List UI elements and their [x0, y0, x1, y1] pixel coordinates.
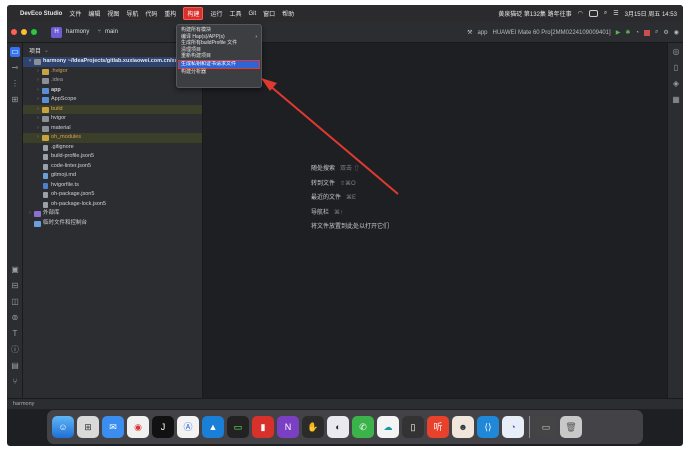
chrome-icon[interactable]: ◉ [127, 416, 149, 438]
trash-icon[interactable]: 🗑 [560, 416, 582, 438]
screen-frame: DevEco Studio 文件 编辑 视图 导航 代码 重构 构建 运行 工具… [7, 5, 683, 446]
status-bar: harmony [7, 398, 683, 409]
finder-icon[interactable]: ☺ [52, 416, 74, 438]
onenote-icon[interactable]: N [277, 416, 299, 438]
downloads-folder-icon[interactable]: ▭ [535, 416, 557, 438]
qq-icon[interactable]: ☁ [377, 416, 399, 438]
dock-separator [529, 416, 530, 438]
terminal-app-icon[interactable]: ▭ [227, 416, 249, 438]
music-app-icon[interactable]: 听 [427, 416, 449, 438]
annotation-arrow [261, 78, 399, 195]
vscode-icon[interactable]: ⟨⟩ [477, 416, 499, 438]
annotation-arrow-line [268, 84, 399, 195]
mail-icon[interactable]: ✉ [102, 416, 124, 438]
red-app-icon[interactable]: ▮ [252, 416, 274, 438]
obs-icon[interactable]: ◐ [327, 416, 349, 438]
status-path[interactable]: harmony [13, 401, 34, 407]
wechat-icon[interactable]: ✆ [352, 416, 374, 438]
app-store-icon[interactable]: ▲ [202, 416, 224, 438]
blue-ring-app-icon[interactable]: ◔ [502, 416, 524, 438]
hand-app-icon[interactable]: ✋ [302, 416, 324, 438]
launchpad-icon[interactable]: ⊞ [77, 416, 99, 438]
jetbrains-icon[interactable]: J [152, 416, 174, 438]
phone-mirror-icon[interactable]: ▯ [402, 416, 424, 438]
deveco-icon[interactable]: Ⓐ [177, 416, 199, 438]
avatar-app-icon[interactable]: ☻ [452, 416, 474, 438]
macos-dock: ☺ ⊞ ✉ ◉ J Ⓐ ▲ ▭ ▮ N ✋ ◐ ✆ ☁ ▯ 听 ☻ ⟨⟩ ◔ ▭… [47, 410, 643, 444]
